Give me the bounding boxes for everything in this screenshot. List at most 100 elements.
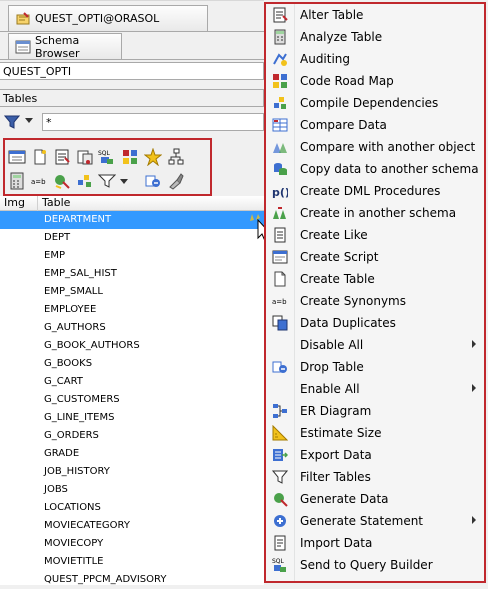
tab-schema-browser[interactable]: Schema Browser [8, 33, 122, 60]
table-name: EMP_SAL_HIST [44, 268, 117, 279]
menu-item-create-in-another-schema[interactable]: Create in another schema [266, 202, 484, 224]
connection-icon [15, 11, 31, 27]
menu-item-generate-data[interactable]: Generate Data [266, 488, 484, 510]
alter-table-icon[interactable] [53, 148, 71, 166]
filter-dropdown-arrow-icon[interactable] [25, 118, 33, 123]
table-name: G_LINE_ITEMS [44, 412, 115, 423]
menu-item-import-data[interactable]: Import Data [266, 532, 484, 554]
menu-item-filter-tables[interactable]: Filter Tables [266, 466, 484, 488]
table-name: DEPARTMENT [44, 214, 112, 225]
new-document-icon[interactable] [31, 148, 49, 166]
col-table-header[interactable]: Table [38, 196, 264, 211]
row-img-cell [0, 463, 38, 481]
row-img-cell [0, 517, 38, 535]
menu-item-data-duplicates[interactable]: Data Duplicates [266, 312, 484, 334]
table-name: G_CUSTOMERS [44, 394, 120, 405]
filter-input[interactable]: * [42, 113, 264, 131]
svg-text:SQL: SQL [98, 150, 111, 157]
svg-text:a=b: a=b [31, 178, 46, 186]
menu-item-create-script[interactable]: Create Script [266, 246, 484, 268]
table-row[interactable]: DEPT [0, 229, 264, 247]
table-row[interactable]: G_LINE_ITEMS [0, 409, 264, 427]
table-name: G_CART [44, 376, 83, 387]
table-row[interactable]: JOB_HISTORY [0, 463, 264, 481]
table-name: G_BOOKS [44, 358, 93, 369]
menu-item-create-like[interactable]: Create Like [266, 224, 484, 246]
menu-item-label: Send to Query Builder [300, 558, 433, 572]
row-img-cell [0, 283, 38, 301]
menu-item-copy-data-to-another-schema[interactable]: Copy data to another schema [266, 158, 484, 180]
row-img-cell [0, 391, 38, 409]
menu-item-compare-with-another-object[interactable]: Compare with another object [266, 136, 484, 158]
clean-icon[interactable] [167, 172, 185, 190]
table-name: EMP_SMALL [44, 286, 103, 297]
generate-data-icon [272, 491, 288, 507]
schema-tab-icon[interactable] [8, 148, 26, 166]
table-row[interactable]: G_ORDERS [0, 427, 264, 445]
menu-item-alter-table[interactable]: Alter Table [266, 4, 484, 26]
table-row[interactable]: MOVIECATEGORY [0, 517, 264, 535]
object-type-dropdown[interactable]: Tables [0, 89, 264, 107]
table-row[interactable]: QUEST_PPCM_ADVISORY [0, 571, 264, 589]
menu-item-label: Create Synonyms [300, 294, 407, 308]
menu-item-create-synonyms[interactable]: a=b Create Synonyms [266, 290, 484, 312]
calculator-icon[interactable] [8, 172, 26, 190]
row-img-cell [0, 499, 38, 517]
tab-connection[interactable]: QUEST_OPTI@ORASOL [8, 5, 208, 31]
menu-item-create-dml-procedures[interactable]: p() Create DML Procedures [266, 180, 484, 202]
svg-text:SQL: SQL [272, 558, 285, 565]
menu-item-compile-dependencies[interactable]: Compile Dependencies [266, 92, 484, 114]
menu-item-drop-table[interactable]: Drop Table [266, 356, 484, 378]
menu-item-analyze-table[interactable]: Analyze Table [266, 26, 484, 48]
menu-item-send-to-query-builder[interactable]: SQL Send to Query Builder [266, 554, 484, 576]
row-img-cell [0, 409, 38, 427]
table-row[interactable]: LOCATIONS [0, 499, 264, 517]
menu-item-auditing[interactable]: Auditing [266, 48, 484, 70]
filter-menu-arrow-icon[interactable] [120, 177, 128, 185]
table-row[interactable]: EMP_SMALL [0, 283, 264, 301]
row-img-cell [0, 301, 38, 319]
table-row[interactable]: EMPLOYEE [0, 301, 264, 319]
sql-query-icon[interactable]: SQL [98, 148, 116, 166]
copy-data-icon[interactable] [76, 148, 94, 166]
menu-item-code-road-map[interactable]: Code Road Map [266, 70, 484, 92]
duplicates-icon [272, 315, 288, 331]
menu-item-compare-data[interactable]: Compare Data [266, 114, 484, 136]
table-row[interactable]: EMP [0, 247, 264, 265]
table-row[interactable]: DEPARTMENT [0, 211, 264, 229]
table-row[interactable]: G_CUSTOMERS [0, 391, 264, 409]
tab-divider-2 [0, 59, 264, 60]
create-schema-icon [272, 205, 288, 221]
menu-item-enable-all[interactable]: Enable All [266, 378, 484, 400]
filter-funnel-icon[interactable] [4, 114, 20, 130]
menu-item-generate-statement[interactable]: Generate Statement [266, 510, 484, 532]
menu-item-label: Generate Data [300, 492, 389, 506]
menu-item-create-table[interactable]: Create Table [266, 268, 484, 290]
menu-item-label: Enable All [300, 382, 360, 396]
compile-dependencies-icon[interactable] [76, 172, 94, 190]
table-row[interactable]: EMP_SAL_HIST [0, 265, 264, 283]
generate-data-icon[interactable] [53, 172, 71, 190]
table-row[interactable]: MOVIECOPY [0, 535, 264, 553]
filter-icon[interactable] [98, 172, 116, 190]
table-row[interactable]: JOBS [0, 481, 264, 499]
drop-table-icon[interactable] [144, 172, 162, 190]
menu-item-er-diagram[interactable]: ER Diagram [266, 400, 484, 422]
table-row[interactable]: G_CART [0, 373, 264, 391]
schema-dropdown[interactable]: QUEST_OPTI [0, 62, 264, 80]
table-row[interactable]: GRADE [0, 445, 264, 463]
row-img-cell [0, 337, 38, 355]
menu-item-disable-all[interactable]: Disable All [266, 334, 484, 356]
dependencies-icon[interactable] [167, 148, 185, 166]
table-row[interactable]: G_AUTHORS [0, 319, 264, 337]
tab-schema-browser-label: Schema Browser [35, 33, 80, 60]
star-icon[interactable] [144, 148, 162, 166]
table-row[interactable]: G_BOOKS [0, 355, 264, 373]
table-row[interactable]: MOVIETITLE [0, 553, 264, 571]
synonyms-icon[interactable]: a=b [31, 172, 49, 190]
road-map-icon[interactable] [121, 148, 139, 166]
col-img-header[interactable]: Img [0, 196, 38, 211]
table-row[interactable]: G_BOOK_AUTHORS [0, 337, 264, 355]
menu-item-export-data[interactable]: Export Data [266, 444, 484, 466]
menu-item-estimate-size[interactable]: Estimate Size [266, 422, 484, 444]
